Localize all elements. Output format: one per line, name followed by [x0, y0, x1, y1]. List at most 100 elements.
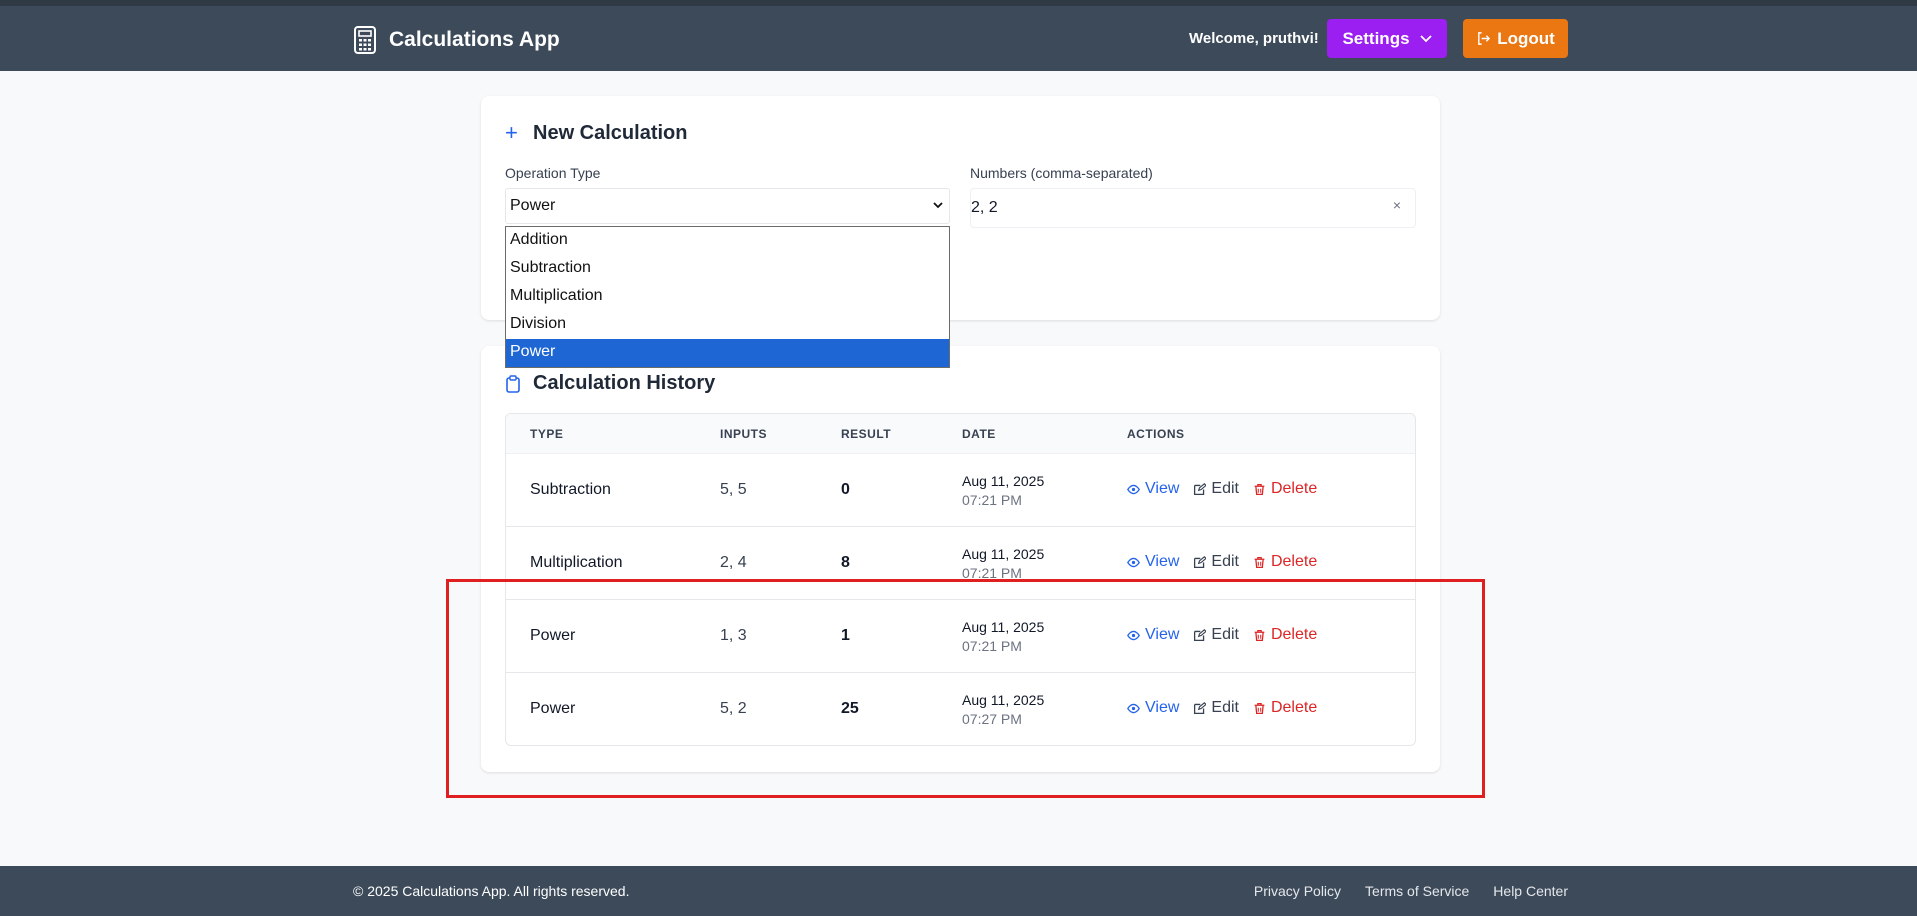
chevron-down-icon — [1419, 34, 1432, 42]
numbers-value: 2, 2 — [971, 199, 998, 216]
cell-date: Aug 11, 2025 07:27 PM — [962, 691, 1044, 729]
edit-button[interactable]: Edit — [1193, 626, 1239, 644]
brand[interactable]: Calculations App — [353, 26, 560, 54]
table-row: Power 5, 2 25 Aug 11, 2025 07:27 PM View … — [506, 673, 1415, 745]
edit-icon — [1194, 555, 1207, 568]
edit-label: Edit — [1211, 553, 1239, 570]
time-text: 07:21 PM — [962, 638, 1022, 654]
logout-icon — [1478, 32, 1491, 45]
operation-type-value: Power — [510, 197, 556, 214]
cell-type: Subtraction — [530, 481, 611, 498]
time-text: 07:27 PM — [962, 711, 1022, 727]
cell-date: Aug 11, 2025 07:21 PM — [962, 472, 1044, 510]
delete-button[interactable]: Delete — [1253, 626, 1317, 644]
logout-button[interactable]: Logout — [1463, 19, 1568, 58]
clipboard-icon — [506, 374, 520, 393]
edit-icon — [1194, 628, 1207, 641]
copyright-text: © 2025 Calculations App. All rights rese… — [353, 883, 630, 899]
logout-label: Logout — [1497, 28, 1555, 48]
date-text: Aug 11, 2025 — [962, 692, 1045, 708]
history-title: Calculation History — [533, 372, 716, 394]
row-actions: View Edit Delete — [1127, 699, 1317, 717]
plus-icon: + — [505, 120, 518, 145]
calculator-icon — [354, 26, 376, 54]
edit-button[interactable]: Edit — [1193, 553, 1239, 571]
footer-links: Privacy Policy Terms of Service Help Cen… — [1254, 883, 1568, 899]
table-row: Subtraction 5, 5 0 Aug 11, 2025 07:21 PM … — [506, 454, 1415, 527]
footer: © 2025 Calculations App. All rights rese… — [0, 866, 1917, 916]
cell-result: 8 — [841, 554, 850, 571]
delete-button[interactable]: Delete — [1253, 699, 1317, 717]
cell-date: Aug 11, 2025 07:21 PM — [962, 618, 1044, 656]
col-date: DATE — [962, 427, 996, 441]
table-header: TYPE INPUTS RESULT DATE ACTIONS — [506, 414, 1415, 454]
date-text: Aug 11, 2025 — [962, 546, 1045, 562]
settings-button[interactable]: Settings — [1327, 19, 1447, 58]
numbers-input[interactable]: 2, 2 × — [970, 188, 1416, 228]
history-table: TYPE INPUTS RESULT DATE ACTIONS Subtract… — [505, 413, 1416, 746]
privacy-policy-link[interactable]: Privacy Policy — [1254, 883, 1341, 899]
eye-icon — [1127, 557, 1140, 567]
cell-inputs: 5, 2 — [720, 700, 747, 717]
delete-button[interactable]: Delete — [1253, 480, 1317, 498]
col-inputs: INPUTS — [720, 427, 768, 441]
cell-type: Power — [530, 627, 576, 644]
help-center-link[interactable]: Help Center — [1493, 883, 1568, 899]
option-division[interactable]: Division — [506, 311, 949, 339]
trash-icon — [1254, 702, 1265, 714]
trash-icon — [1254, 483, 1265, 495]
welcome-text: Welcome, pruthvi! — [1189, 30, 1319, 47]
navbar: Calculations App Welcome, pruthvi! Setti… — [0, 6, 1917, 71]
edit-button[interactable]: Edit — [1193, 480, 1239, 498]
clear-icon[interactable]: × — [1393, 197, 1401, 213]
cell-result: 25 — [841, 700, 859, 717]
edit-icon — [1194, 482, 1207, 495]
view-button[interactable]: View — [1127, 553, 1179, 571]
option-multiplication[interactable]: Multiplication — [506, 283, 949, 311]
delete-button[interactable]: Delete — [1253, 553, 1317, 571]
view-label: View — [1145, 480, 1180, 497]
view-button[interactable]: View — [1127, 699, 1179, 717]
row-actions: View Edit Delete — [1127, 626, 1317, 644]
col-result: RESULT — [841, 427, 892, 441]
cell-inputs: 2, 4 — [720, 554, 747, 571]
view-label: View — [1145, 626, 1180, 643]
trash-icon — [1254, 556, 1265, 568]
view-button[interactable]: View — [1127, 480, 1179, 498]
option-addition[interactable]: Addition — [506, 227, 949, 255]
edit-label: Edit — [1211, 480, 1239, 497]
terms-of-service-link[interactable]: Terms of Service — [1365, 883, 1469, 899]
row-actions: View Edit Delete — [1127, 553, 1317, 571]
view-label: View — [1145, 553, 1180, 570]
cell-result: 0 — [841, 481, 850, 498]
edit-icon — [1194, 701, 1207, 714]
operation-type-select[interactable]: Power — [505, 188, 950, 224]
date-text: Aug 11, 2025 — [962, 473, 1045, 489]
operation-dropdown-list: Addition Subtraction Multiplication Divi… — [505, 226, 950, 368]
cell-result: 1 — [841, 627, 850, 644]
cell-date: Aug 11, 2025 07:21 PM — [962, 545, 1044, 583]
eye-icon — [1127, 484, 1140, 494]
view-button[interactable]: View — [1127, 626, 1179, 644]
cell-type: Power — [530, 700, 576, 717]
operation-type-label: Operation Type — [505, 165, 601, 181]
option-power[interactable]: Power — [506, 339, 949, 367]
app-title: Calculations App — [389, 28, 560, 51]
history-card: Calculation History TYPE INPUTS RESULT D… — [481, 346, 1440, 772]
delete-label: Delete — [1270, 553, 1318, 570]
date-text: Aug 11, 2025 — [962, 619, 1045, 635]
trash-icon — [1254, 629, 1265, 641]
time-text: 07:21 PM — [962, 492, 1022, 508]
history-header: Calculation History — [505, 372, 715, 395]
col-type: TYPE — [530, 427, 564, 441]
delete-label: Delete — [1270, 480, 1318, 497]
option-subtraction[interactable]: Subtraction — [506, 255, 949, 283]
edit-button[interactable]: Edit — [1193, 699, 1239, 717]
select-chevron-icon — [933, 198, 943, 212]
delete-label: Delete — [1270, 626, 1318, 643]
new-calculation-title: New Calculation — [533, 121, 688, 144]
edit-label: Edit — [1211, 626, 1239, 643]
numbers-label: Numbers (comma-separated) — [970, 165, 1153, 181]
eye-icon — [1127, 703, 1140, 713]
new-calculation-header: + New Calculation — [505, 120, 687, 146]
